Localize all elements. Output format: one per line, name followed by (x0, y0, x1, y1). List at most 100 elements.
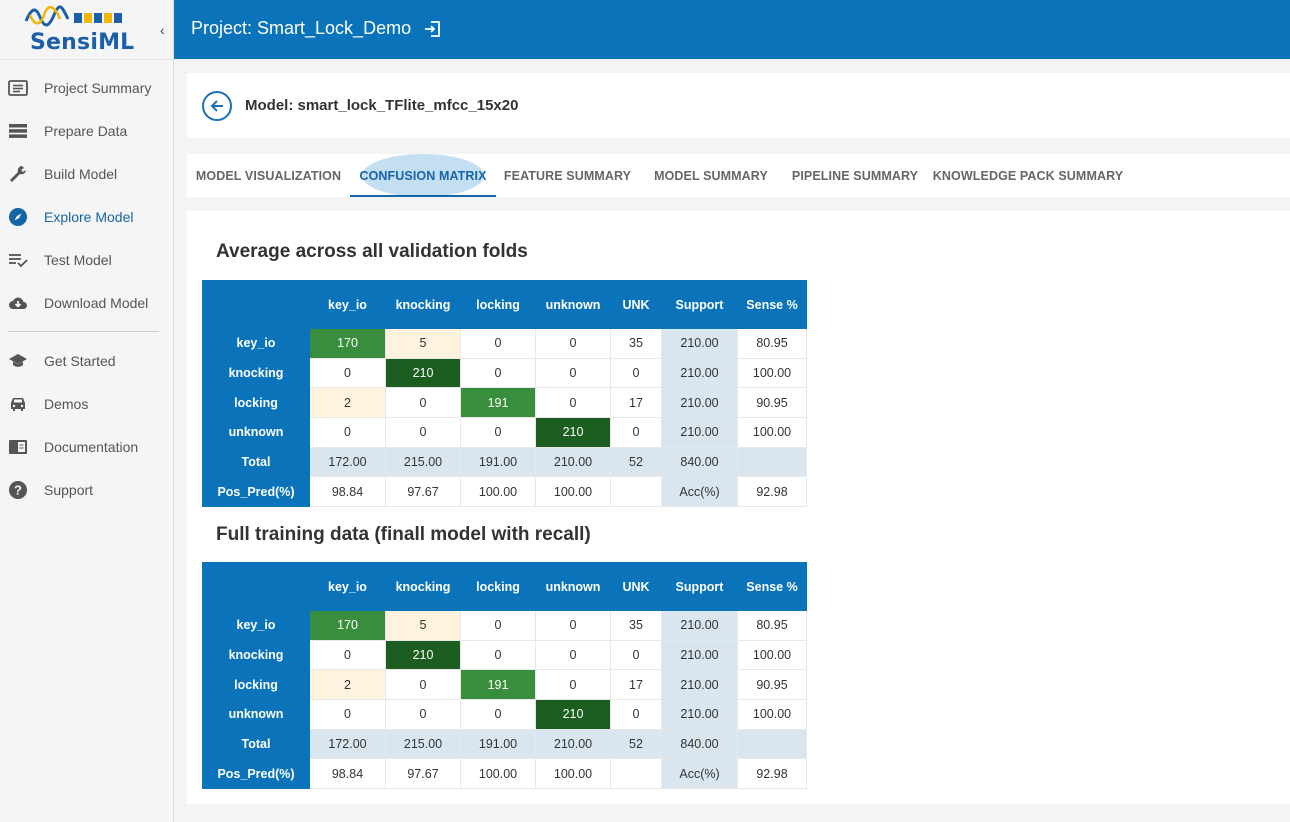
tab-model-visualization[interactable]: MODEL VISUALIZATION (187, 154, 350, 197)
column-header: UNK (610, 562, 662, 611)
matrix-cell: 172.00 (309, 728, 386, 760)
sidebar-item-prepare-data[interactable]: Prepare Data (0, 113, 174, 149)
matrix-cell: 100.00 (737, 699, 807, 730)
matrix-cell: 17 (610, 387, 662, 419)
row-header: Pos_Pred(%) (202, 476, 310, 508)
cloud-download-icon (9, 297, 27, 309)
section-title: Average across all validation folds (216, 241, 528, 262)
matrix-cell: 210.00 (661, 669, 738, 701)
matrix-cell: 0 (460, 699, 536, 730)
matrix-cell: 35 (610, 328, 662, 359)
sensiml-logo-icon (24, 5, 122, 27)
project-title: Project: Smart_Lock_Demo (191, 18, 412, 38)
wrench-icon (10, 166, 26, 182)
tab-confusion-matrix[interactable]: CONFUSION MATRIX (350, 154, 496, 197)
sidebar-item-label: Demos (44, 396, 89, 412)
matrix-cell: 100.00 (460, 758, 536, 790)
matrix-cell: 0 (535, 328, 611, 359)
column-header (202, 562, 310, 611)
matrix-cell: 840.00 (661, 446, 738, 478)
matrix-cell: 0 (460, 328, 536, 359)
confusion-matrix-table: key_io knocking locking unknown UNK Support Se… (202, 280, 807, 508)
matrix-cell: 2 (309, 669, 386, 701)
tab-knowledge-pack-summary[interactable]: KNOWLEDGE PACK SUMMARY (927, 154, 1129, 197)
logo-area: SensiML ‹ (0, 0, 173, 60)
matrix-cell: 0 (535, 639, 611, 671)
confusion-matrix-table: key_io knocking locking unknown UNK Support Se… (202, 562, 807, 790)
matrix-cell: 0 (309, 357, 386, 389)
row-header: Total (202, 728, 310, 760)
tab-pipeline-summary[interactable]: PIPELINE SUMMARY (783, 154, 927, 197)
sidebar-item-build-model[interactable]: Build Model (0, 156, 174, 192)
top-bar: Project: Smart_Lock_Demo (174, 0, 1290, 59)
matrix-cell: 210.00 (661, 357, 738, 389)
matrix-cell (610, 758, 662, 790)
matrix-cell: 17 (610, 669, 662, 701)
matrix-cell (737, 728, 807, 760)
sidebar-item-test-model[interactable]: Test Model (0, 242, 174, 278)
matrix-cell: 215.00 (385, 728, 461, 760)
matrix-cell: 0 (610, 357, 662, 389)
row-header: key_io (202, 328, 310, 359)
matrix-cell: 100.00 (737, 639, 807, 671)
sidebar-item-label: Support (44, 482, 94, 498)
matrix-cell: 100.00 (535, 476, 611, 508)
collapse-sidebar-icon[interactable]: ‹ (160, 22, 165, 38)
car-icon (11, 398, 25, 411)
sidebar-item-documentation[interactable]: Documentation (0, 429, 174, 465)
column-header: Sense % (737, 280, 807, 329)
matrix-cell: 0 (610, 699, 662, 730)
sidebar-item-support[interactable]: ? Support (0, 472, 174, 508)
list-icon (8, 80, 28, 96)
matrix-cell: 52 (610, 446, 662, 478)
sidebar-item-demos[interactable]: Demos (0, 386, 174, 422)
tab-active-indicator (350, 195, 496, 197)
back-button[interactable] (202, 91, 232, 121)
model-title: Model: smart_lock_TFlite_mfcc_15x20 (245, 97, 519, 114)
sidebar-item-explore-model[interactable]: Explore Model (0, 199, 174, 235)
column-header: unknown (535, 280, 611, 329)
matrix-cell: 0 (385, 387, 461, 419)
row-header: unknown (202, 699, 310, 730)
tab-feature-summary[interactable]: FEATURE SUMMARY (496, 154, 639, 197)
matrix-cell: 0 (309, 417, 386, 448)
row-header: locking (202, 387, 310, 419)
matrix-cell: 100.00 (737, 357, 807, 389)
sidebar-item-get-started[interactable]: Get Started (0, 343, 174, 379)
row-header: unknown (202, 417, 310, 448)
matrix-cell: 98.84 (309, 758, 386, 790)
column-header: knocking (385, 280, 461, 329)
tab-model-summary[interactable]: MODEL SUMMARY (639, 154, 783, 197)
matrix-cell: 210 (535, 699, 611, 730)
row-header: Total (202, 446, 310, 478)
column-header: locking (460, 562, 536, 611)
matrix-cell: 0 (535, 669, 611, 701)
column-header: knocking (385, 562, 461, 611)
column-header: Support (661, 562, 738, 611)
matrix-cell: 210.00 (535, 446, 611, 478)
matrix-cell: 52 (610, 728, 662, 760)
exit-project-icon[interactable] (424, 20, 442, 38)
model-header-card: Model: smart_lock_TFlite_mfcc_15x20 (187, 73, 1290, 138)
matrix-cell: 90.95 (737, 387, 807, 419)
sidebar-item-label: Download Model (44, 295, 149, 311)
matrix-cell: 100.00 (737, 417, 807, 448)
matrix-cell (610, 476, 662, 508)
matrix-cell: 840.00 (661, 728, 738, 760)
matrix-cell: 210.00 (661, 387, 738, 419)
matrix-cell: 0 (460, 357, 536, 389)
matrix-cell: 172.00 (309, 446, 386, 478)
table-row: key_io 170 5 0 0 35 210.00 80.95 (202, 610, 807, 641)
row-header: knocking (202, 357, 310, 389)
column-header: Support (661, 280, 738, 329)
matrix-cell: 92.98 (737, 476, 807, 508)
row-header: Pos_Pred(%) (202, 758, 310, 790)
matrix-cell: 210.00 (661, 639, 738, 671)
sidebar-item-download-model[interactable]: Download Model (0, 285, 174, 321)
sidebar-item-project-summary[interactable]: Project Summary (0, 70, 174, 106)
matrix-cell: 210.00 (661, 328, 738, 359)
matrix-cell: 191.00 (460, 728, 536, 760)
column-header: UNK (610, 280, 662, 329)
matrix-cell: 92.98 (737, 758, 807, 790)
matrix-cell: 2 (309, 387, 386, 419)
